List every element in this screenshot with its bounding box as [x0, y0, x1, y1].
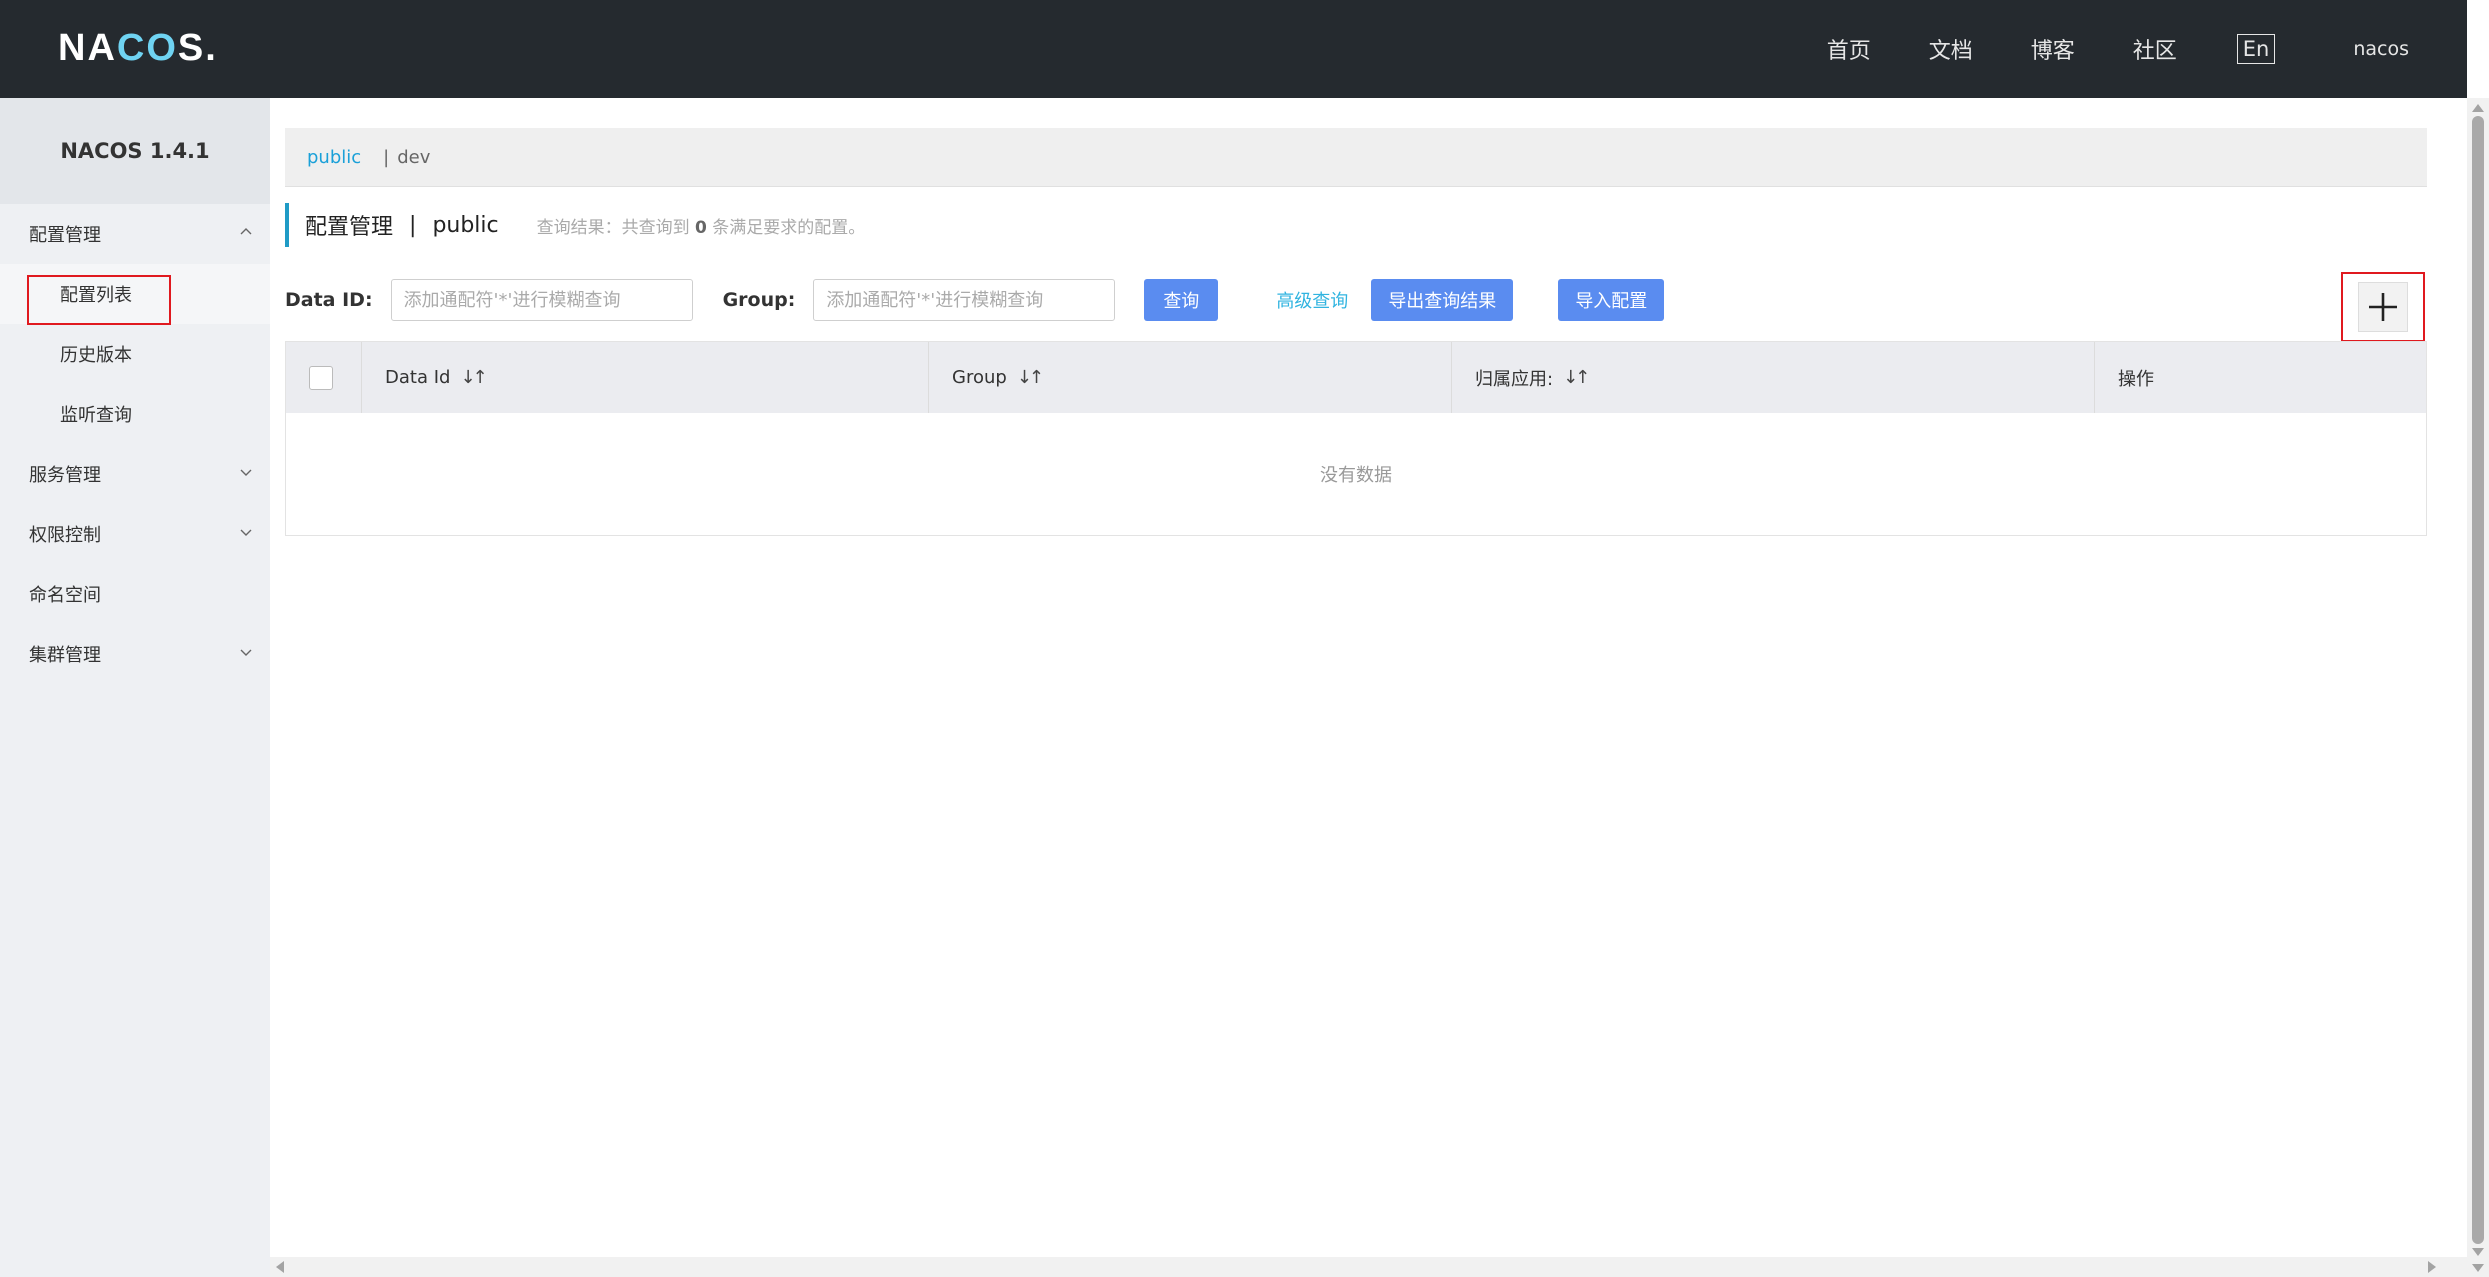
page-title-text: 配置管理	[305, 215, 394, 240]
user-menu[interactable]: nacos	[2353, 38, 2409, 60]
logo-text-accent: CO	[116, 26, 178, 69]
scroll-down-arrow-icon[interactable]	[2472, 1248, 2484, 1256]
table-empty-state: 没有数据	[1320, 465, 1392, 486]
column-label: 操作	[2118, 368, 2154, 390]
vertical-scrollbar[interactable]	[2467, 98, 2489, 1277]
sort-icon[interactable]: ↓↑	[1563, 367, 1590, 388]
sidebar-group-label: 集群管理	[29, 645, 101, 666]
sort-icon[interactable]: ↓↑	[1017, 367, 1044, 388]
chevron-down-icon	[240, 649, 252, 656]
top-nav: 首页 文档 博客 社区 En nacos	[1827, 0, 2467, 98]
horizontal-scrollbar[interactable]	[270, 1257, 2467, 1277]
result-count: 0	[695, 217, 707, 238]
namespace-dev[interactable]: dev	[397, 147, 430, 168]
nav-docs[interactable]: 文档	[1929, 33, 1973, 65]
scroll-up-arrow-icon[interactable]	[2472, 104, 2484, 112]
column-header-data-id[interactable]: Data Id ↓↑	[362, 342, 929, 413]
sidebar-item-config-list[interactable]: 配置列表	[0, 264, 270, 325]
nav-blog[interactable]: 博客	[2031, 33, 2075, 65]
add-config-button[interactable]	[2358, 282, 2408, 332]
import-config-button[interactable]: 导入配置	[1558, 279, 1665, 321]
sidebar-group-cluster-management[interactable]: 集群管理	[0, 624, 270, 684]
sidebar-group-label: 配置管理	[29, 225, 101, 246]
scroll-down-arrow-icon[interactable]	[2472, 1264, 2484, 1272]
select-all-checkbox[interactable]	[309, 365, 333, 390]
column-label: Data Id	[385, 367, 451, 388]
scroll-left-arrow-icon[interactable]	[276, 1261, 284, 1273]
chevron-up-icon	[240, 228, 252, 235]
sidebar-item-label: 配置列表	[60, 285, 132, 306]
sidebar-group-namespace[interactable]: 命名空间	[0, 564, 270, 624]
plus-icon	[2369, 293, 2397, 321]
sidebar-group-label: 命名空间	[29, 585, 101, 606]
group-label: Group:	[722, 289, 796, 311]
query-button[interactable]: 查询	[1144, 279, 1219, 321]
query-result-summary: 查询结果：共查询到 0 条满足要求的配置。	[537, 213, 866, 238]
logo-text-prefix: NA	[58, 26, 117, 69]
page-title-separator: |	[409, 212, 417, 238]
column-header-group[interactable]: Group ↓↑	[929, 342, 1452, 413]
namespace-public[interactable]: public	[307, 147, 361, 168]
sidebar-version: NACOS 1.4.1	[0, 98, 270, 204]
nav-community[interactable]: 社区	[2133, 33, 2177, 65]
column-header-app[interactable]: 归属应用: ↓↑	[1452, 342, 2095, 413]
config-table: Data Id ↓↑ Group ↓↑ 归属应用: ↓↑ 操作 没有数据	[285, 341, 2427, 536]
group-input[interactable]	[813, 279, 1116, 321]
sidebar-group-config-management[interactable]: 配置管理	[0, 204, 270, 264]
column-header-actions: 操作	[2095, 342, 2426, 413]
sidebar: NACOS 1.4.1 配置管理 配置列表 历史版本 监听查询 服务管理 权限控…	[0, 98, 270, 1277]
chevron-down-icon	[240, 469, 252, 476]
filter-row: Data ID: Group: 查询 高级查询 导出查询结果 导入配置	[285, 278, 1665, 322]
sidebar-group-label: 服务管理	[29, 465, 101, 486]
sidebar-item-label: 监听查询	[60, 405, 132, 426]
sidebar-item-listener-query[interactable]: 监听查询	[0, 384, 270, 444]
sidebar-group-service-management[interactable]: 服务管理	[0, 444, 270, 504]
namespace-bar: public | dev	[285, 128, 2427, 187]
chevron-down-icon	[240, 529, 252, 536]
column-label: 归属应用:	[1475, 368, 1554, 390]
sidebar-item-history[interactable]: 历史版本	[0, 324, 270, 384]
scroll-right-arrow-icon[interactable]	[2428, 1261, 2436, 1273]
dataid-input[interactable]	[390, 279, 693, 321]
logo-text-suffix: S.	[177, 26, 218, 69]
sidebar-group-access-control[interactable]: 权限控制	[0, 504, 270, 564]
sidebar-group-label: 权限控制	[29, 525, 101, 546]
main-content: public | dev 配置管理 | public 查询结果：共查询到 0 条…	[270, 98, 2467, 1258]
language-toggle-button[interactable]: En	[2236, 34, 2276, 64]
dataid-label: Data ID:	[285, 289, 373, 311]
table-header: Data Id ↓↑ Group ↓↑ 归属应用: ↓↑ 操作	[286, 342, 2426, 413]
sort-icon[interactable]: ↓↑	[460, 367, 487, 388]
page-title: 配置管理 | public 查询结果：共查询到 0 条满足要求的配置。	[285, 203, 865, 247]
table-header-select	[286, 342, 362, 413]
sidebar-item-label: 历史版本	[60, 345, 132, 366]
namespace-separator: |	[383, 146, 390, 168]
result-prefix: 查询结果：共查询到	[536, 217, 690, 238]
advanced-query-link[interactable]: 高级查询	[1276, 287, 1348, 313]
vertical-scroll-thumb[interactable]	[2472, 116, 2484, 1244]
column-label: Group	[952, 367, 1007, 388]
page-title-namespace: public	[432, 212, 499, 238]
export-results-button[interactable]: 导出查询结果	[1371, 279, 1514, 321]
nav-home[interactable]: 首页	[1827, 33, 1871, 65]
top-header: NACOS. 首页 文档 博客 社区 En nacos	[0, 0, 2467, 98]
nacos-logo[interactable]: NACOS.	[58, 26, 218, 70]
highlight-box	[2341, 272, 2425, 342]
result-suffix: 条满足要求的配置。	[712, 217, 866, 238]
